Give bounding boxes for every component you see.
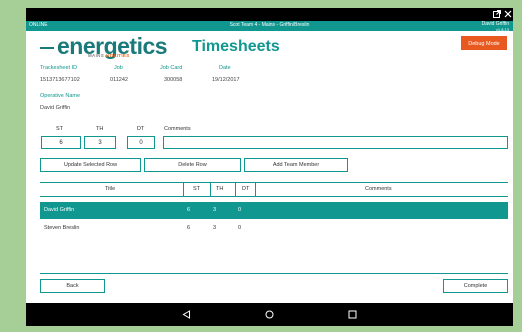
recents-nav-icon[interactable]	[348, 310, 357, 319]
table-row[interactable]: Steven Breslin 6 3 0	[40, 220, 508, 237]
date-label: Date	[219, 65, 231, 71]
page-title: Timesheets	[192, 38, 280, 55]
date-value: 19/12/2017	[212, 77, 240, 83]
th-header: TH	[96, 126, 104, 132]
job-label: Job	[114, 65, 123, 71]
android-nav-bar	[26, 303, 513, 326]
back-nav-icon[interactable]	[182, 310, 191, 319]
th-input[interactable]: 3	[84, 136, 116, 149]
row-st: 6	[187, 207, 191, 213]
col-th-header: TH	[216, 186, 224, 192]
team-title: Scot Team 4 - Mains - Griffin/Breslin	[229, 22, 310, 28]
debug-mode-button[interactable]: Debug Mode	[461, 36, 507, 50]
external-window-icon[interactable]	[493, 10, 501, 18]
operative-value: David Griffin	[40, 105, 71, 111]
jobcard-label: Job Card	[160, 65, 183, 71]
trackid-value: 1513713677102	[40, 77, 80, 83]
row-title: Steven Breslin	[44, 225, 80, 231]
row-th: 3	[213, 207, 217, 213]
add-team-member-button[interactable]: Add Team Member	[244, 158, 348, 172]
operative-label: Operative Name	[40, 93, 81, 99]
trackid-label: Trackesheet ID	[40, 65, 78, 71]
status-bar: ONLINE Scot Team 4 - Mains - Griffin/Bre…	[26, 21, 513, 32]
col-comments-header: Comments	[365, 186, 392, 192]
back-button[interactable]: Back	[40, 279, 105, 293]
delete-row-button[interactable]: Delete Row	[144, 158, 241, 172]
row-dt: 0	[238, 207, 242, 213]
table-bottom-border	[40, 273, 508, 274]
jobcard-value: 300058	[164, 77, 183, 83]
table-header-border	[40, 196, 508, 197]
st-header: ST	[56, 126, 64, 132]
comments-header: Comments	[164, 126, 191, 132]
close-icon[interactable]	[504, 10, 512, 18]
home-nav-icon[interactable]	[265, 310, 274, 319]
row-dt: 0	[238, 225, 242, 231]
st-input[interactable]: 6	[41, 136, 81, 149]
update-row-button[interactable]: Update Selected Row	[40, 158, 141, 172]
col-dt-header: DT	[242, 186, 250, 192]
col-st-header: ST	[193, 186, 201, 192]
table-row[interactable]: David Griffin 6 3 0	[40, 202, 508, 219]
row-title: David Griffin	[44, 207, 75, 213]
table-top-border	[40, 182, 508, 183]
job-value: 011242	[110, 77, 128, 83]
logo-tagline: MAINS UTILITIES	[88, 53, 130, 58]
col-title-header: Title	[105, 186, 116, 192]
row-st: 6	[187, 225, 191, 231]
dt-input[interactable]: 0	[127, 136, 155, 149]
comments-input[interactable]	[163, 136, 508, 149]
row-th: 3	[213, 225, 217, 231]
complete-button[interactable]: Complete	[443, 279, 508, 293]
system-bar	[26, 8, 513, 21]
dt-header: DT	[137, 126, 145, 132]
